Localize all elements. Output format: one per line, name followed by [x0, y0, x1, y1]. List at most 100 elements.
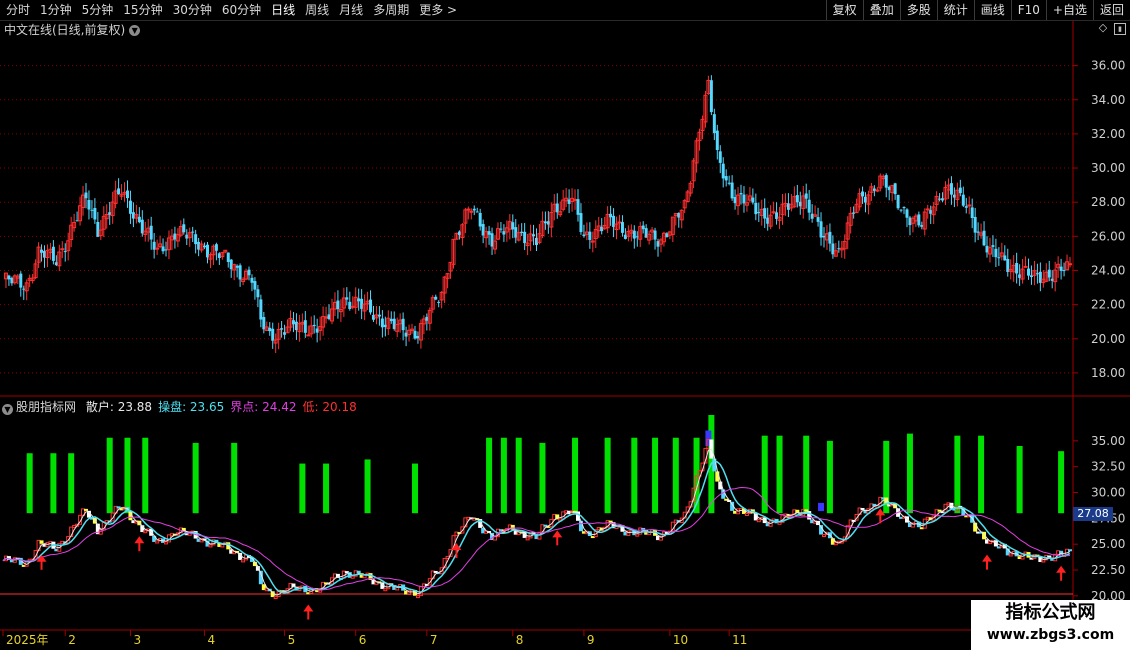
- candle-body: [632, 230, 636, 239]
- period-tab-4[interactable]: 30分钟: [169, 0, 218, 20]
- candle-body: [259, 299, 263, 320]
- candle-body: [543, 221, 547, 224]
- action-button-5[interactable]: F10: [1010, 0, 1046, 20]
- indicator-name[interactable]: 股朋指标网: [16, 400, 76, 414]
- ind-candle: [356, 570, 361, 574]
- candle-body: [896, 194, 900, 209]
- candle-body: [312, 324, 316, 327]
- candle-body: [191, 231, 195, 233]
- diamond-icon[interactable]: ◇: [1098, 22, 1108, 33]
- candle-body: [84, 192, 88, 199]
- main-tick-label: 26.00: [1091, 229, 1125, 243]
- main-tick-label: 32.00: [1091, 127, 1125, 141]
- signal-bar: [192, 442, 199, 514]
- candle-body: [982, 230, 986, 246]
- signal-bar: [142, 437, 149, 514]
- signal-bar: [539, 442, 546, 514]
- signal-bar: [631, 437, 638, 514]
- candle-body: [87, 199, 91, 210]
- signal-bar: [323, 463, 330, 514]
- main-tick-label: 30.00: [1091, 161, 1125, 175]
- buy-arrow-head-icon: [552, 530, 563, 538]
- chevron-down-icon[interactable]: ▼: [129, 25, 141, 36]
- candle-body: [727, 182, 731, 184]
- indicator-series: [2, 415, 1072, 620]
- candle-body: [532, 234, 536, 237]
- candle-body: [751, 197, 755, 203]
- period-tab-1[interactable]: 1分钟: [36, 0, 78, 20]
- indicator-value-2: 界点: 24.42: [230, 400, 297, 414]
- action-button-4[interactable]: 画线: [973, 0, 1011, 20]
- candle-body: [905, 209, 909, 218]
- candle-body: [588, 231, 592, 240]
- buy-arrow-head-icon: [134, 536, 145, 544]
- candle-body: [511, 222, 515, 230]
- candle-body: [253, 281, 257, 290]
- period-tab-10[interactable]: 更多 >: [415, 0, 463, 20]
- candle-body: [949, 183, 953, 195]
- period-tab-0[interactable]: 分时: [2, 0, 36, 20]
- candle-body: [641, 225, 645, 230]
- action-buttons: 复权 叠加 多股 统计 画线 F10 +自选 返回: [825, 0, 1130, 20]
- candle-body: [389, 318, 393, 322]
- candle-body: [357, 298, 361, 302]
- action-button-7[interactable]: 返回: [1092, 0, 1130, 20]
- current-price-label: 27.08: [1073, 507, 1113, 521]
- candle-body: [271, 328, 275, 341]
- signal-bar: [231, 442, 238, 514]
- candle-body: [1015, 262, 1019, 274]
- candle-body: [1035, 273, 1039, 275]
- chevron-down-icon[interactable]: ▼: [2, 404, 13, 415]
- candle-body: [280, 328, 284, 330]
- action-button-1[interactable]: 叠加: [862, 0, 900, 20]
- candle-body: [1023, 265, 1028, 268]
- period-tab-2[interactable]: 5分钟: [78, 0, 120, 20]
- x-tick-label: 8: [516, 633, 524, 647]
- period-tab-3[interactable]: 15分钟: [119, 0, 168, 20]
- candle-body: [235, 265, 239, 268]
- signal-bar: [364, 459, 371, 514]
- candle-body: [437, 301, 441, 303]
- x-tick-label: 10: [673, 633, 688, 647]
- candle-body: [763, 208, 767, 219]
- candle-body: [125, 190, 129, 199]
- candle-body: [194, 234, 198, 245]
- signal-bar: [1016, 446, 1023, 514]
- period-tab-8[interactable]: 月线: [335, 0, 369, 20]
- signal-bar: [776, 435, 783, 514]
- window-toggle-icon[interactable]: ▮: [1114, 23, 1126, 35]
- candle-body: [795, 195, 799, 203]
- period-tab-9[interactable]: 多周期: [369, 0, 415, 20]
- buy-arrow-head-icon: [982, 554, 993, 562]
- signal-bar: [68, 453, 75, 514]
- period-tab-6[interactable]: 日线: [267, 0, 301, 20]
- candle-body: [730, 182, 734, 199]
- candle-body: [345, 297, 349, 300]
- period-tab-5[interactable]: 60分钟: [218, 0, 267, 20]
- main-chart-title[interactable]: 中文在线(日线,前复权) ▼: [4, 21, 141, 38]
- candle-body: [884, 175, 888, 188]
- candle-body: [137, 216, 141, 223]
- signal-bar: [26, 453, 33, 514]
- action-button-2[interactable]: 多股: [899, 0, 937, 20]
- candle-body: [899, 209, 903, 211]
- signal-bar: [500, 437, 507, 514]
- candle-body: [861, 191, 865, 197]
- x-tick-label: 11: [732, 633, 747, 647]
- chart-canvas[interactable]: 36.00 34.00 32.00 30.00 28.00 26.00 24.00 22.00…: [0, 0, 1130, 650]
- action-button-6[interactable]: +自选: [1045, 0, 1093, 20]
- main-tick-label: 36.00: [1091, 59, 1125, 73]
- candle-body: [291, 320, 295, 325]
- candle-body: [816, 217, 820, 222]
- candle-body: [579, 213, 583, 232]
- x-tick-label: 6: [359, 633, 367, 647]
- action-button-3[interactable]: 统计: [936, 0, 974, 20]
- main-tick-label: 24.00: [1091, 263, 1125, 277]
- action-button-0[interactable]: 复权: [825, 0, 863, 20]
- period-tab-7[interactable]: 周线: [301, 0, 335, 20]
- candle-body: [804, 193, 808, 199]
- candle-body: [819, 221, 823, 238]
- signal-bar: [411, 463, 418, 514]
- grid: [0, 20, 1130, 631]
- candle-body: [90, 209, 94, 211]
